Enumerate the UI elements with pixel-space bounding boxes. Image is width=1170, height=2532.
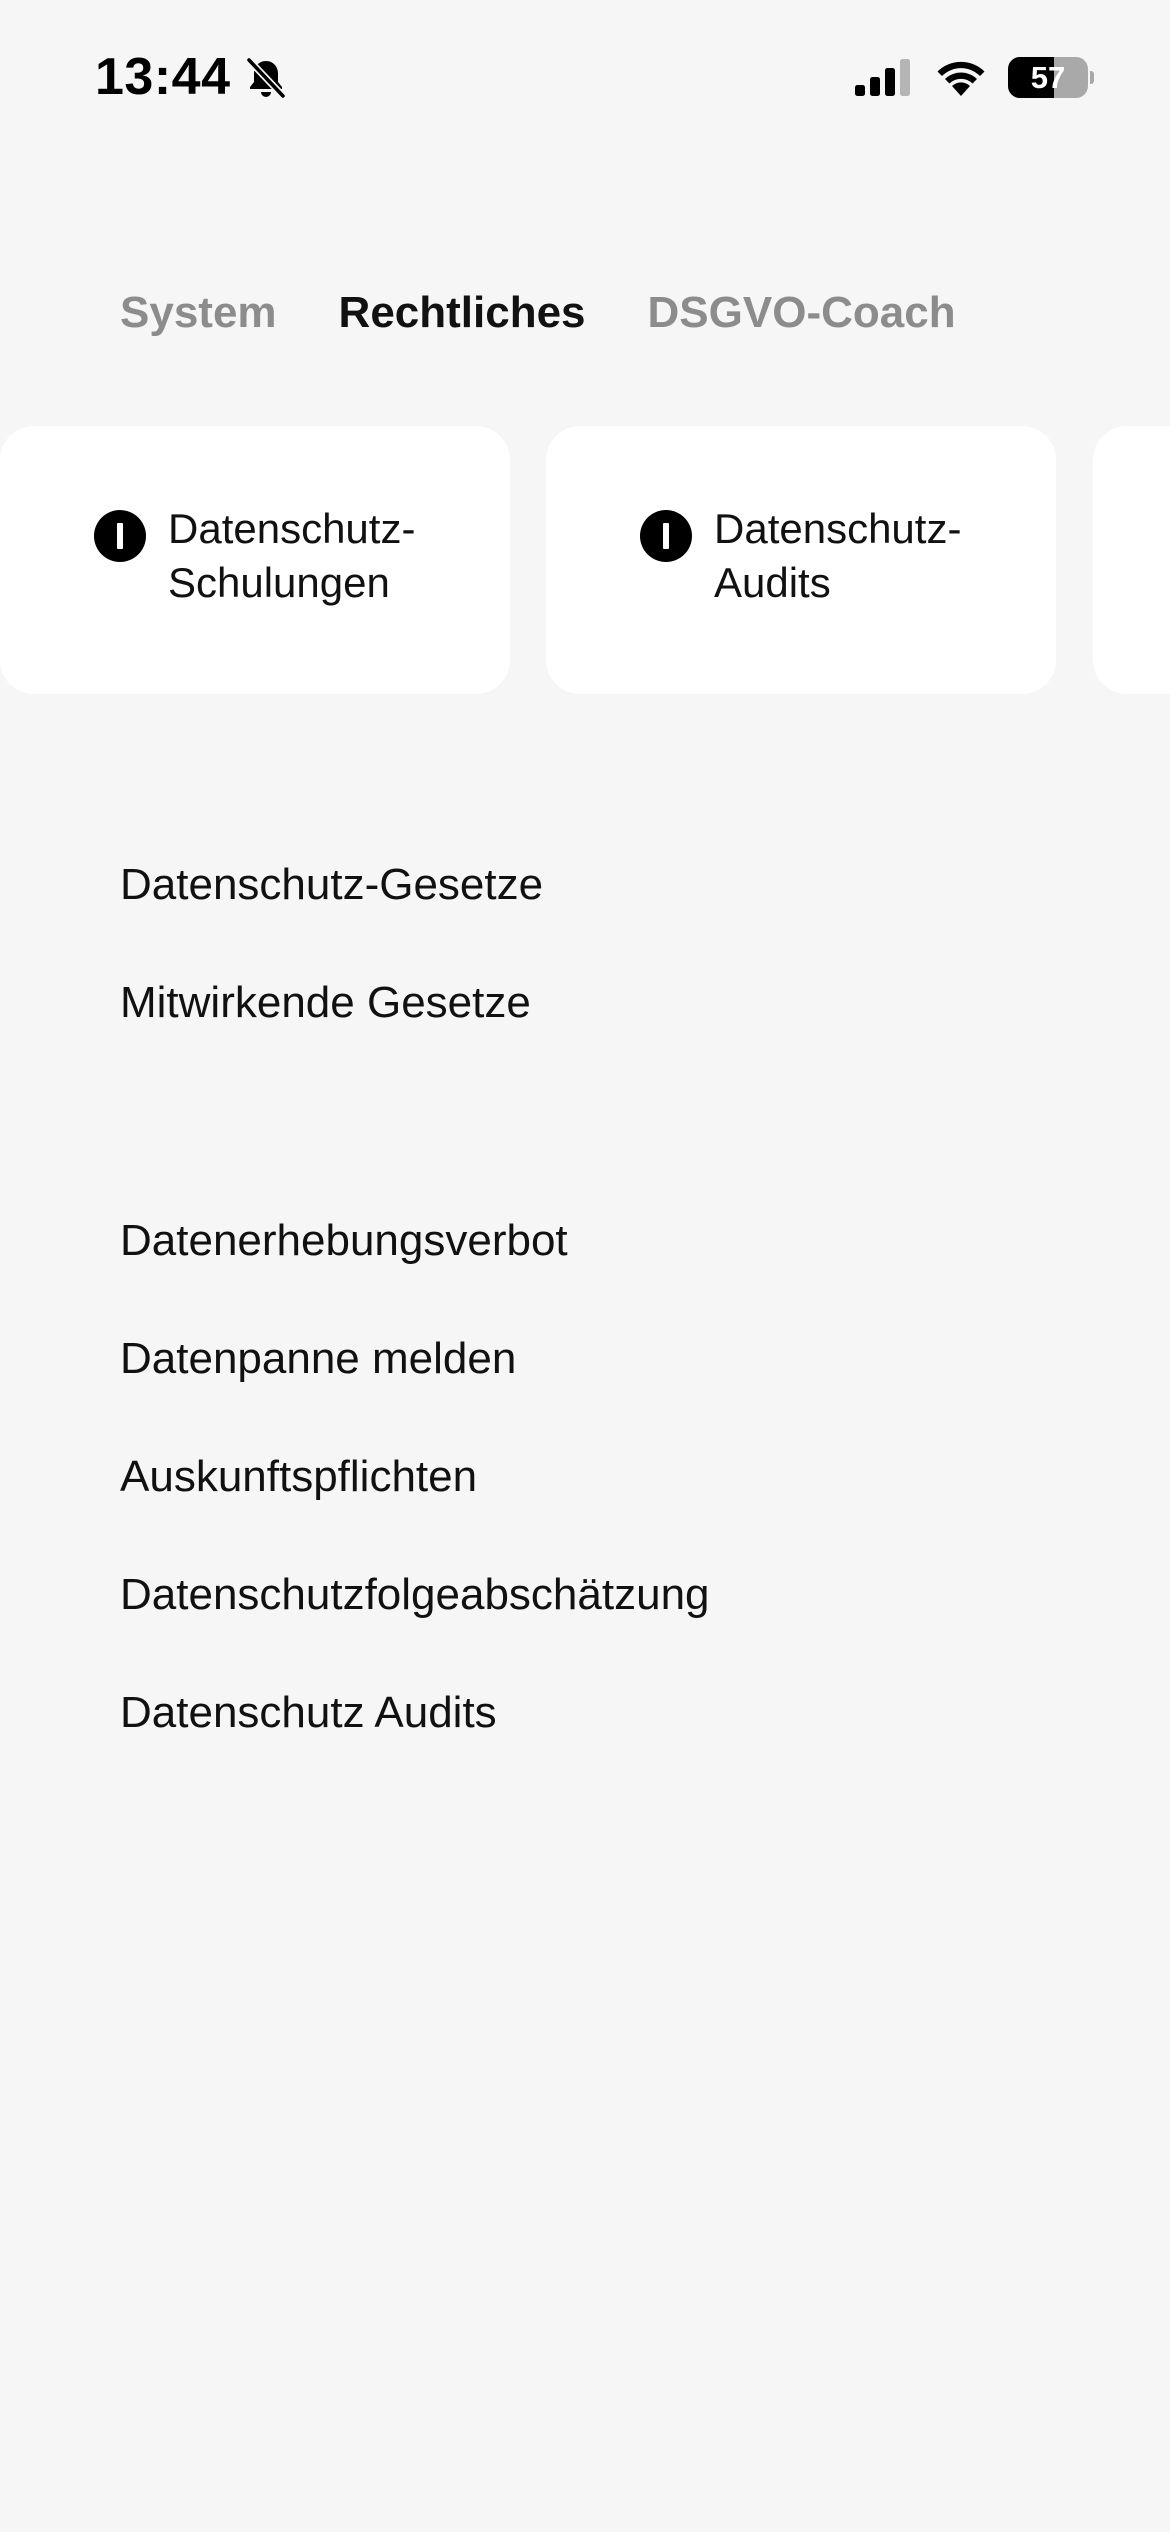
battery-icon: 57 <box>1008 57 1094 98</box>
wifi-icon <box>937 61 985 96</box>
card-carousel[interactable]: Datenschutz- Schulungen Datenschutz- Aud… <box>0 426 1170 696</box>
bell-slash-icon <box>246 57 286 99</box>
list-item-auskunftspflichten[interactable]: Auskunftspflichten <box>120 1418 710 1536</box>
list-item-datenschutzfolgeabschaetzung[interactable]: Datenschutzfolgeabschätzung <box>120 1536 710 1654</box>
topics-list: Datenerhebungsverbot Datenpanne melden A… <box>120 1182 710 1772</box>
card-partial[interactable] <box>1093 426 1170 694</box>
tab-dsgvo-coach[interactable]: DSGVO-Coach <box>648 283 956 343</box>
battery-level: 57 <box>1030 60 1066 95</box>
cellular-signal-icon <box>855 59 910 96</box>
list-item-datenschutz-audits[interactable]: Datenschutz Audits <box>120 1654 710 1772</box>
tab-rechtliches[interactable]: Rechtliches <box>339 283 586 343</box>
status-bar: 13:44 57 <box>0 0 1170 150</box>
tab-system[interactable]: System <box>120 283 277 343</box>
list-item-mitwirkende-gesetze[interactable]: Mitwirkende Gesetze <box>120 944 543 1062</box>
status-time: 13:44 <box>95 48 231 106</box>
battery-body: 57 <box>1008 57 1088 98</box>
list-item-datenerhebungsverbot[interactable]: Datenerhebungsverbot <box>120 1182 710 1300</box>
card-label: Datenschutz- Schulungen <box>168 505 416 606</box>
info-icon <box>94 510 146 562</box>
list-item-datenschutz-gesetze[interactable]: Datenschutz-Gesetze <box>120 826 543 944</box>
card-label: Datenschutz- Audits <box>714 505 962 606</box>
segment-tabs: System Rechtliches DSGVO-Coach <box>120 283 1018 343</box>
info-icon <box>640 510 692 562</box>
card-datenschutz-audits[interactable]: Datenschutz- Audits <box>546 426 1056 694</box>
list-item-datenpanne-melden[interactable]: Datenpanne melden <box>120 1300 710 1418</box>
battery-cap <box>1090 71 1094 84</box>
card-datenschutz-schulungen[interactable]: Datenschutz- Schulungen <box>0 426 510 694</box>
law-list: Datenschutz-Gesetze Mitwirkende Gesetze <box>120 826 543 1062</box>
